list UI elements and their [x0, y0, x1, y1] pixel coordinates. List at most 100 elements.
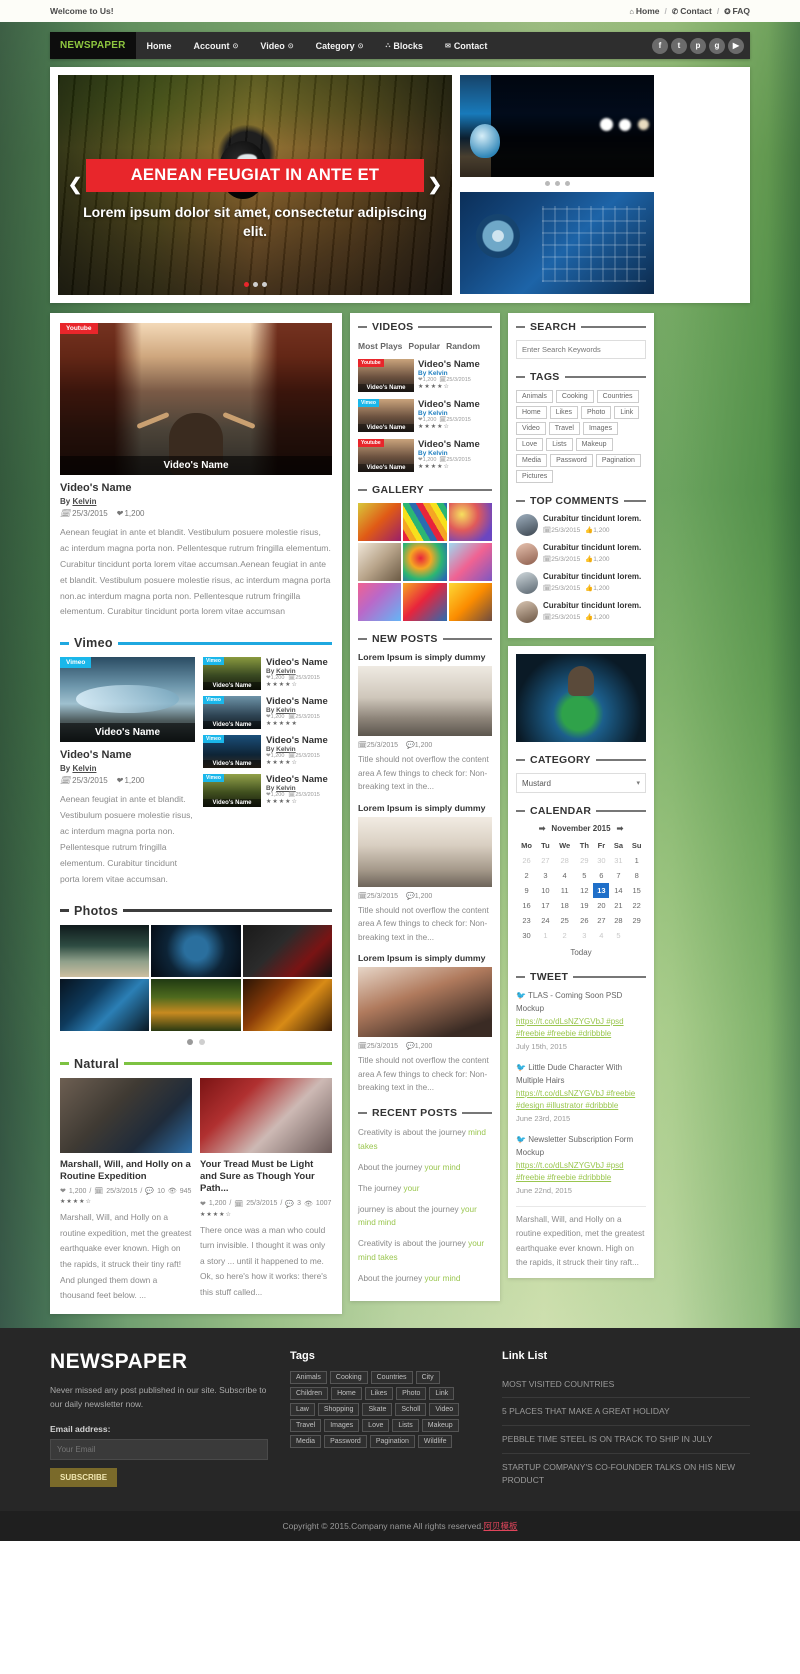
- calendar-day[interactable]: 4: [593, 928, 609, 943]
- calendar-day[interactable]: 7: [609, 868, 627, 883]
- video-widget-item[interactable]: Vimeo Video's Name Video's Name By Kelvi…: [358, 399, 492, 432]
- youtube-icon[interactable]: ▶: [728, 37, 744, 54]
- side-dot[interactable]: [544, 181, 550, 186]
- gallery-thumb[interactable]: [448, 543, 492, 581]
- tweet-link[interactable]: https://t.co/dLsNZYGVbJ #psd #freebie #f…: [516, 1160, 646, 1186]
- recent-post-item[interactable]: journey is about the journey your mind m…: [358, 1203, 492, 1231]
- calendar-day[interactable]: 29: [575, 853, 593, 868]
- calendar-next-icon[interactable]: ➡: [617, 824, 624, 833]
- tag-item[interactable]: Cooking: [555, 390, 594, 403]
- top-link-home[interactable]: ⌂ Home: [629, 6, 659, 16]
- calendar-day[interactable]: 14: [609, 883, 627, 898]
- tag-item[interactable]: Lists: [546, 438, 573, 451]
- calendar-day[interactable]: 8: [627, 868, 646, 883]
- author-link[interactable]: Kelvin: [72, 764, 96, 773]
- tweet-link[interactable]: https://t.co/dLsNZYGVbJ #freebie #design…: [516, 1088, 646, 1114]
- tag-item[interactable]: Video: [429, 1402, 460, 1416]
- tag-item[interactable]: City: [415, 1370, 440, 1384]
- calendar-day[interactable]: 15: [627, 883, 646, 898]
- comment-item[interactable]: Curabitur tincidunt lorem. 🗓25/3/2015 👍1,…: [516, 514, 646, 536]
- tab-popular[interactable]: Popular: [408, 341, 440, 351]
- hero-side-image-2[interactable]: [460, 192, 654, 294]
- pager-dot[interactable]: [187, 1038, 193, 1045]
- calendar-day[interactable]: 4: [554, 868, 576, 883]
- tag-item[interactable]: Makeup: [575, 438, 613, 451]
- hero-next-arrow[interactable]: ❯: [428, 175, 442, 195]
- footer-link[interactable]: 5 PLACES THAT MAKE A GREAT HOLIDAY: [502, 1398, 750, 1427]
- vimeo-list-item[interactable]: Vimeo Video's Name Video's Name By Kelvi…: [203, 735, 332, 769]
- tag-item[interactable]: Link: [614, 406, 640, 419]
- tag-item[interactable]: Cooking: [329, 1370, 368, 1384]
- hero-main-slide[interactable]: AENEAN FEUGIAT IN ANTE ET Lorem ipsum do…: [58, 75, 452, 295]
- recent-post-item[interactable]: About the journey your mind: [358, 1161, 492, 1175]
- calendar-prev-icon[interactable]: ➡: [539, 824, 546, 833]
- tag-item[interactable]: Password: [324, 1434, 367, 1448]
- gallery-thumb[interactable]: [448, 583, 492, 621]
- calendar-day[interactable]: 11: [554, 883, 576, 898]
- calendar-day[interactable]: 18: [554, 898, 576, 913]
- tag-item[interactable]: Password: [550, 454, 593, 467]
- comment-item[interactable]: Curabitur tincidunt lorem. 🗓25/3/2015 👍1,…: [516, 543, 646, 565]
- photo-thumb[interactable]: [151, 924, 241, 977]
- calendar-day[interactable]: 2: [516, 868, 537, 883]
- calendar-day[interactable]: 6: [593, 868, 609, 883]
- footer-link[interactable]: STARTUP COMPANY'S CO-FOUNDER TALKS ON HI…: [502, 1454, 750, 1494]
- gallery-thumb[interactable]: [448, 503, 492, 541]
- nav-item-home[interactable]: Home: [136, 32, 183, 59]
- calendar-day[interactable]: 10: [537, 883, 554, 898]
- nav-item-account[interactable]: Account ⊙: [183, 32, 250, 59]
- featured-video-thumb[interactable]: Youtube Video's Name: [60, 323, 332, 475]
- tab-random[interactable]: Random: [446, 341, 480, 351]
- vimeo-list-item[interactable]: Vimeo Video's Name Video's Name By Kelvi…: [203, 696, 332, 730]
- footer-link[interactable]: PEBBLE TIME STEEL IS ON TRACK TO SHIP IN…: [502, 1426, 750, 1454]
- tag-item[interactable]: Likes: [549, 406, 579, 419]
- side-dot[interactable]: [564, 181, 570, 186]
- gallery-thumb[interactable]: [403, 543, 447, 581]
- hero-dot[interactable]: [252, 282, 258, 287]
- hero-dot[interactable]: [243, 282, 249, 287]
- post-title[interactable]: Lorem Ipsum is simply dummy: [358, 652, 492, 662]
- twitter-icon[interactable]: t: [671, 37, 687, 54]
- calendar-day[interactable]: 26: [516, 853, 537, 868]
- tag-item[interactable]: Lists: [392, 1418, 419, 1432]
- photo-thumb[interactable]: [60, 978, 150, 1031]
- calendar-day[interactable]: 30: [516, 928, 537, 943]
- tag-item[interactable]: Link: [429, 1386, 455, 1400]
- tag-item[interactable]: Pictures: [516, 470, 554, 483]
- gallery-thumb[interactable]: [403, 583, 447, 621]
- tag-item[interactable]: Media: [290, 1434, 322, 1448]
- tweet-link[interactable]: https://t.co/dLsNZYGVbJ #psd #freebie #f…: [516, 1016, 646, 1042]
- calendar-day[interactable]: 16: [516, 898, 537, 913]
- side-dot[interactable]: [554, 181, 560, 186]
- calendar-day[interactable]: 3: [537, 868, 554, 883]
- calendar-day[interactable]: 5: [575, 868, 593, 883]
- calendar-day[interactable]: 25: [554, 913, 576, 928]
- tag-item[interactable]: Makeup: [421, 1418, 459, 1432]
- video-widget-item[interactable]: Youtube Video's Name Video's Name By Kel…: [358, 359, 492, 392]
- hero-prev-arrow[interactable]: ❮: [68, 175, 82, 195]
- pager-dot[interactable]: [199, 1038, 205, 1045]
- tag-item[interactable]: Media: [516, 454, 548, 467]
- tab-most-plays[interactable]: Most Plays: [358, 341, 402, 351]
- tag-item[interactable]: Images: [324, 1418, 360, 1432]
- calendar-day[interactable]: 3: [575, 928, 593, 943]
- pinterest-icon[interactable]: p: [690, 37, 706, 54]
- tag-item[interactable]: Countries: [370, 1370, 413, 1384]
- calendar-day[interactable]: 12: [575, 883, 593, 898]
- vimeo-list-item[interactable]: Vimeo Video's Name Video's Name By Kelvi…: [203, 774, 332, 808]
- photo-thumb[interactable]: [242, 924, 332, 977]
- post-image[interactable]: [358, 967, 492, 1038]
- calendar-day[interactable]: 1: [627, 853, 646, 868]
- tag-item[interactable]: Love: [516, 438, 544, 451]
- calendar-day[interactable]: 29: [627, 913, 646, 928]
- tag-item[interactable]: Images: [582, 422, 618, 435]
- calendar-day-today[interactable]: 13: [593, 883, 610, 898]
- post-image[interactable]: [358, 816, 492, 887]
- tag-item[interactable]: Photo: [396, 1386, 427, 1400]
- calendar-day[interactable]: 1: [537, 928, 554, 943]
- nav-item-blocks[interactable]: ⛬ Blocks: [375, 32, 434, 59]
- photo-thumb[interactable]: [151, 978, 241, 1031]
- comment-item[interactable]: Curabitur tincidunt lorem. 🗓25/3/2015 👍1,…: [516, 601, 646, 623]
- post-image[interactable]: [358, 666, 492, 736]
- nav-item-category[interactable]: Category ⊙: [305, 32, 375, 59]
